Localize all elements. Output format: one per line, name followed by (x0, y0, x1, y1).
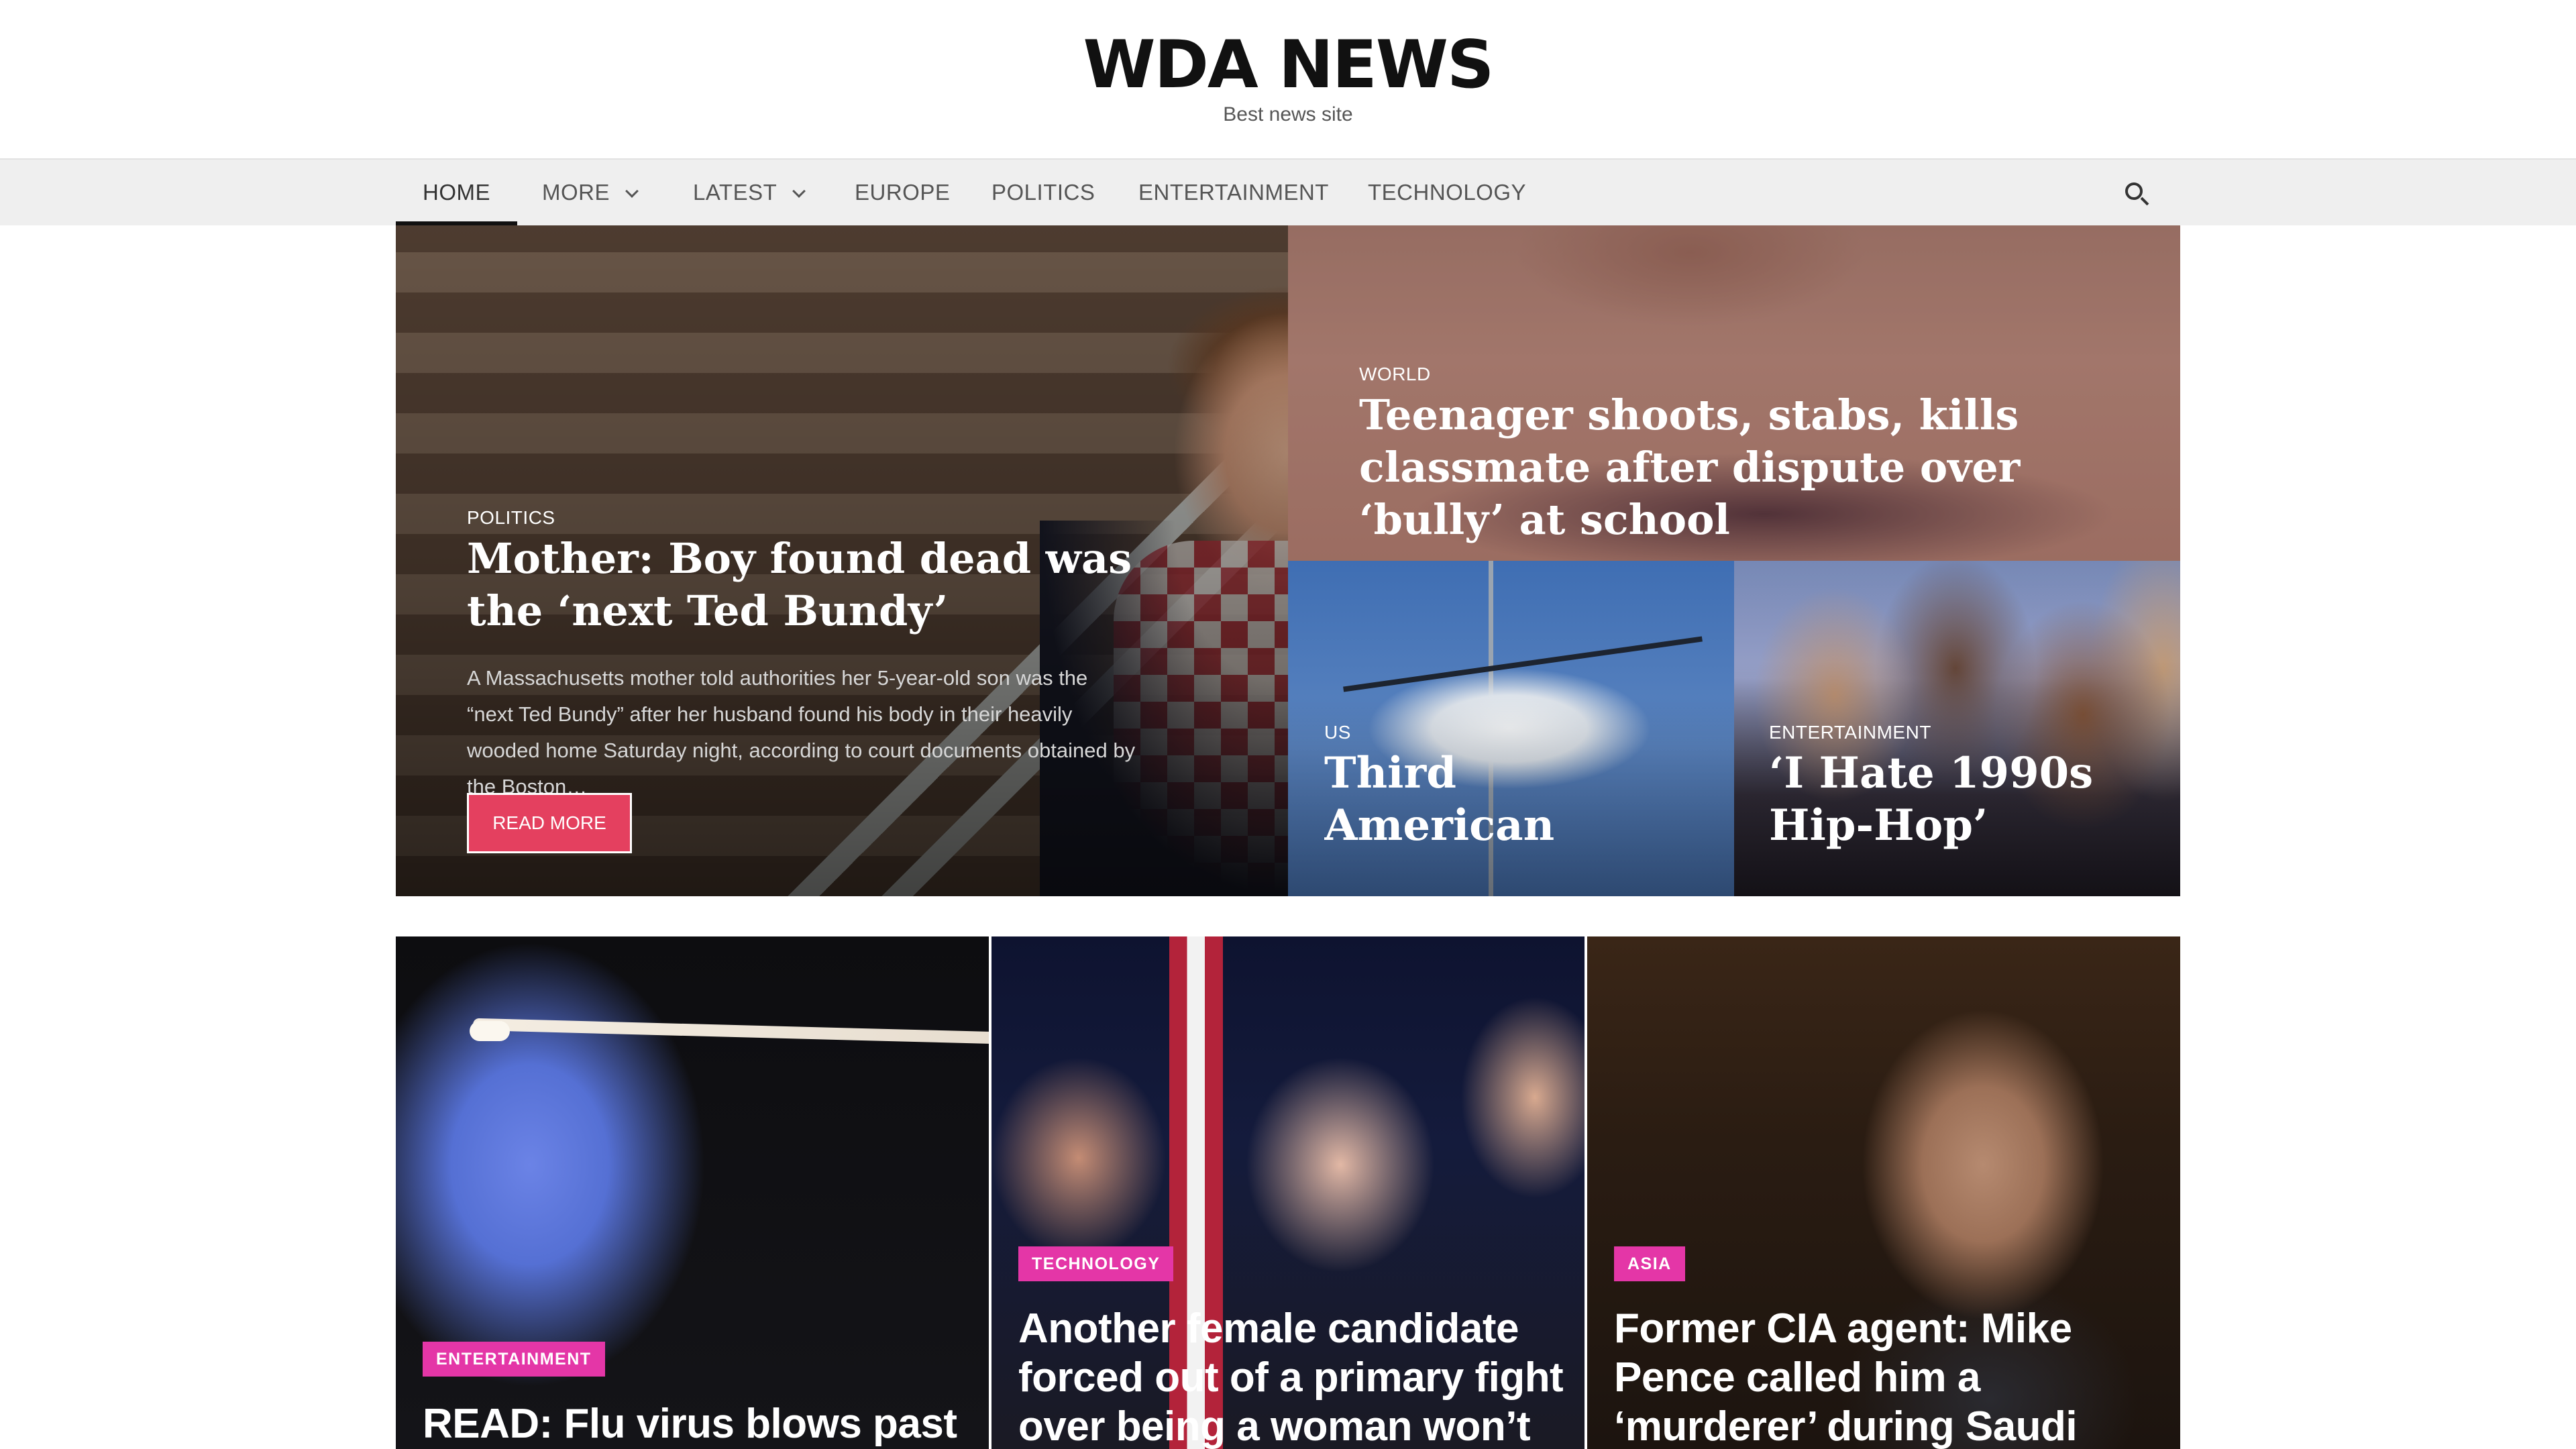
nav-inner: HOME MORE LATEST EUROPE POLITICS ENTERTA… (396, 160, 2180, 227)
category-label[interactable]: WORLD (1359, 364, 1431, 385)
read-more-button[interactable]: READ MORE (467, 793, 632, 853)
hero-grid: POLITICS Mother: Boy found dead was the … (396, 225, 2180, 896)
story-row: ENTERTAINMENT READ: Flu virus blows past… (396, 936, 2180, 1449)
category-label[interactable]: POLITICS (467, 507, 555, 529)
category-badge[interactable]: ENTERTAINMENT (423, 1342, 605, 1377)
nav-item-politics[interactable]: POLITICS (991, 160, 1095, 227)
hero-bottom-left-headline[interactable]: Third American Marine dies on (1324, 747, 1700, 852)
nav-item-technology[interactable]: TECHNOLOGY (1368, 160, 1526, 227)
site-title[interactable]: WDA NEWS (0, 28, 2576, 102)
story-headline[interactable]: Former CIA agent: Mike Pence called him … (1614, 1304, 2164, 1449)
nav-item-latest[interactable]: LATEST (693, 160, 806, 227)
category-badge[interactable]: ASIA (1614, 1246, 1685, 1281)
story-card[interactable]: TECHNOLOGY Another female candidate forc… (991, 936, 1585, 1449)
nav-item-more[interactable]: MORE (542, 160, 639, 227)
nav-item-label: POLITICS (991, 180, 1095, 205)
hero-top-right-card[interactable]: WORLD Teenager shoots, stabs, kills clas… (1288, 225, 2180, 561)
hero-bottom-left-card[interactable]: US Third American Marine dies on (1288, 561, 1734, 896)
story-card[interactable]: ENTERTAINMENT READ: Flu virus blows past (396, 936, 989, 1449)
nav-item-home[interactable]: HOME (396, 160, 517, 227)
story-card[interactable]: ASIA Former CIA agent: Mike Pence called… (1587, 936, 2180, 1449)
chevron-down-icon (625, 184, 639, 198)
category-badge[interactable]: TECHNOLOGY (1018, 1246, 1174, 1281)
nav-item-europe[interactable]: EUROPE (855, 160, 950, 227)
story-headline[interactable]: Another female candidate forced out of a… (1018, 1304, 1568, 1449)
hero-bottom-right-card[interactable]: ENTERTAINMENT ‘I Hate 1990s Hip-Hop’ Tra… (1734, 561, 2180, 896)
swab-stick (472, 1018, 989, 1044)
search-icon-handle (2140, 197, 2149, 206)
search-icon (2125, 182, 2143, 200)
nav-item-label: LATEST (693, 180, 777, 205)
category-label[interactable]: US (1324, 722, 1351, 743)
hero-top-right-headline[interactable]: Teenager shoots, stabs, kills classmate … (1359, 389, 2124, 546)
nav-item-label: EUROPE (855, 180, 951, 205)
nav-item-label: HOME (423, 180, 490, 205)
nav-item-label: ENTERTAINMENT (1138, 180, 1329, 205)
nav-item-label: TECHNOLOGY (1368, 180, 1527, 205)
swab-tip (470, 1021, 510, 1041)
main-nav: HOME MORE LATEST EUROPE POLITICS ENTERTA… (0, 158, 2576, 227)
hero-main-headline[interactable]: Mother: Boy found dead was the ‘next Ted… (467, 533, 1178, 637)
site-tagline: Best news site (1223, 103, 1353, 125)
hero-main-excerpt: A Massachusetts mother told authorities … (467, 666, 1136, 798)
story-headline[interactable]: READ: Flu virus blows past (423, 1399, 973, 1448)
search-button[interactable] (2116, 160, 2156, 227)
nav-item-entertainment[interactable]: ENTERTAINMENT (1138, 160, 1329, 227)
nav-item-label: MORE (542, 180, 610, 205)
hero-main-card[interactable]: POLITICS Mother: Boy found dead was the … (396, 225, 1288, 896)
hero-bottom-right-headline[interactable]: ‘I Hate 1990s Hip-Hop’ Trailer: The (1769, 747, 2158, 852)
chevron-down-icon (792, 184, 806, 198)
site-header: WDA NEWS Best news site (0, 0, 2576, 158)
category-label[interactable]: ENTERTAINMENT (1769, 722, 1931, 743)
